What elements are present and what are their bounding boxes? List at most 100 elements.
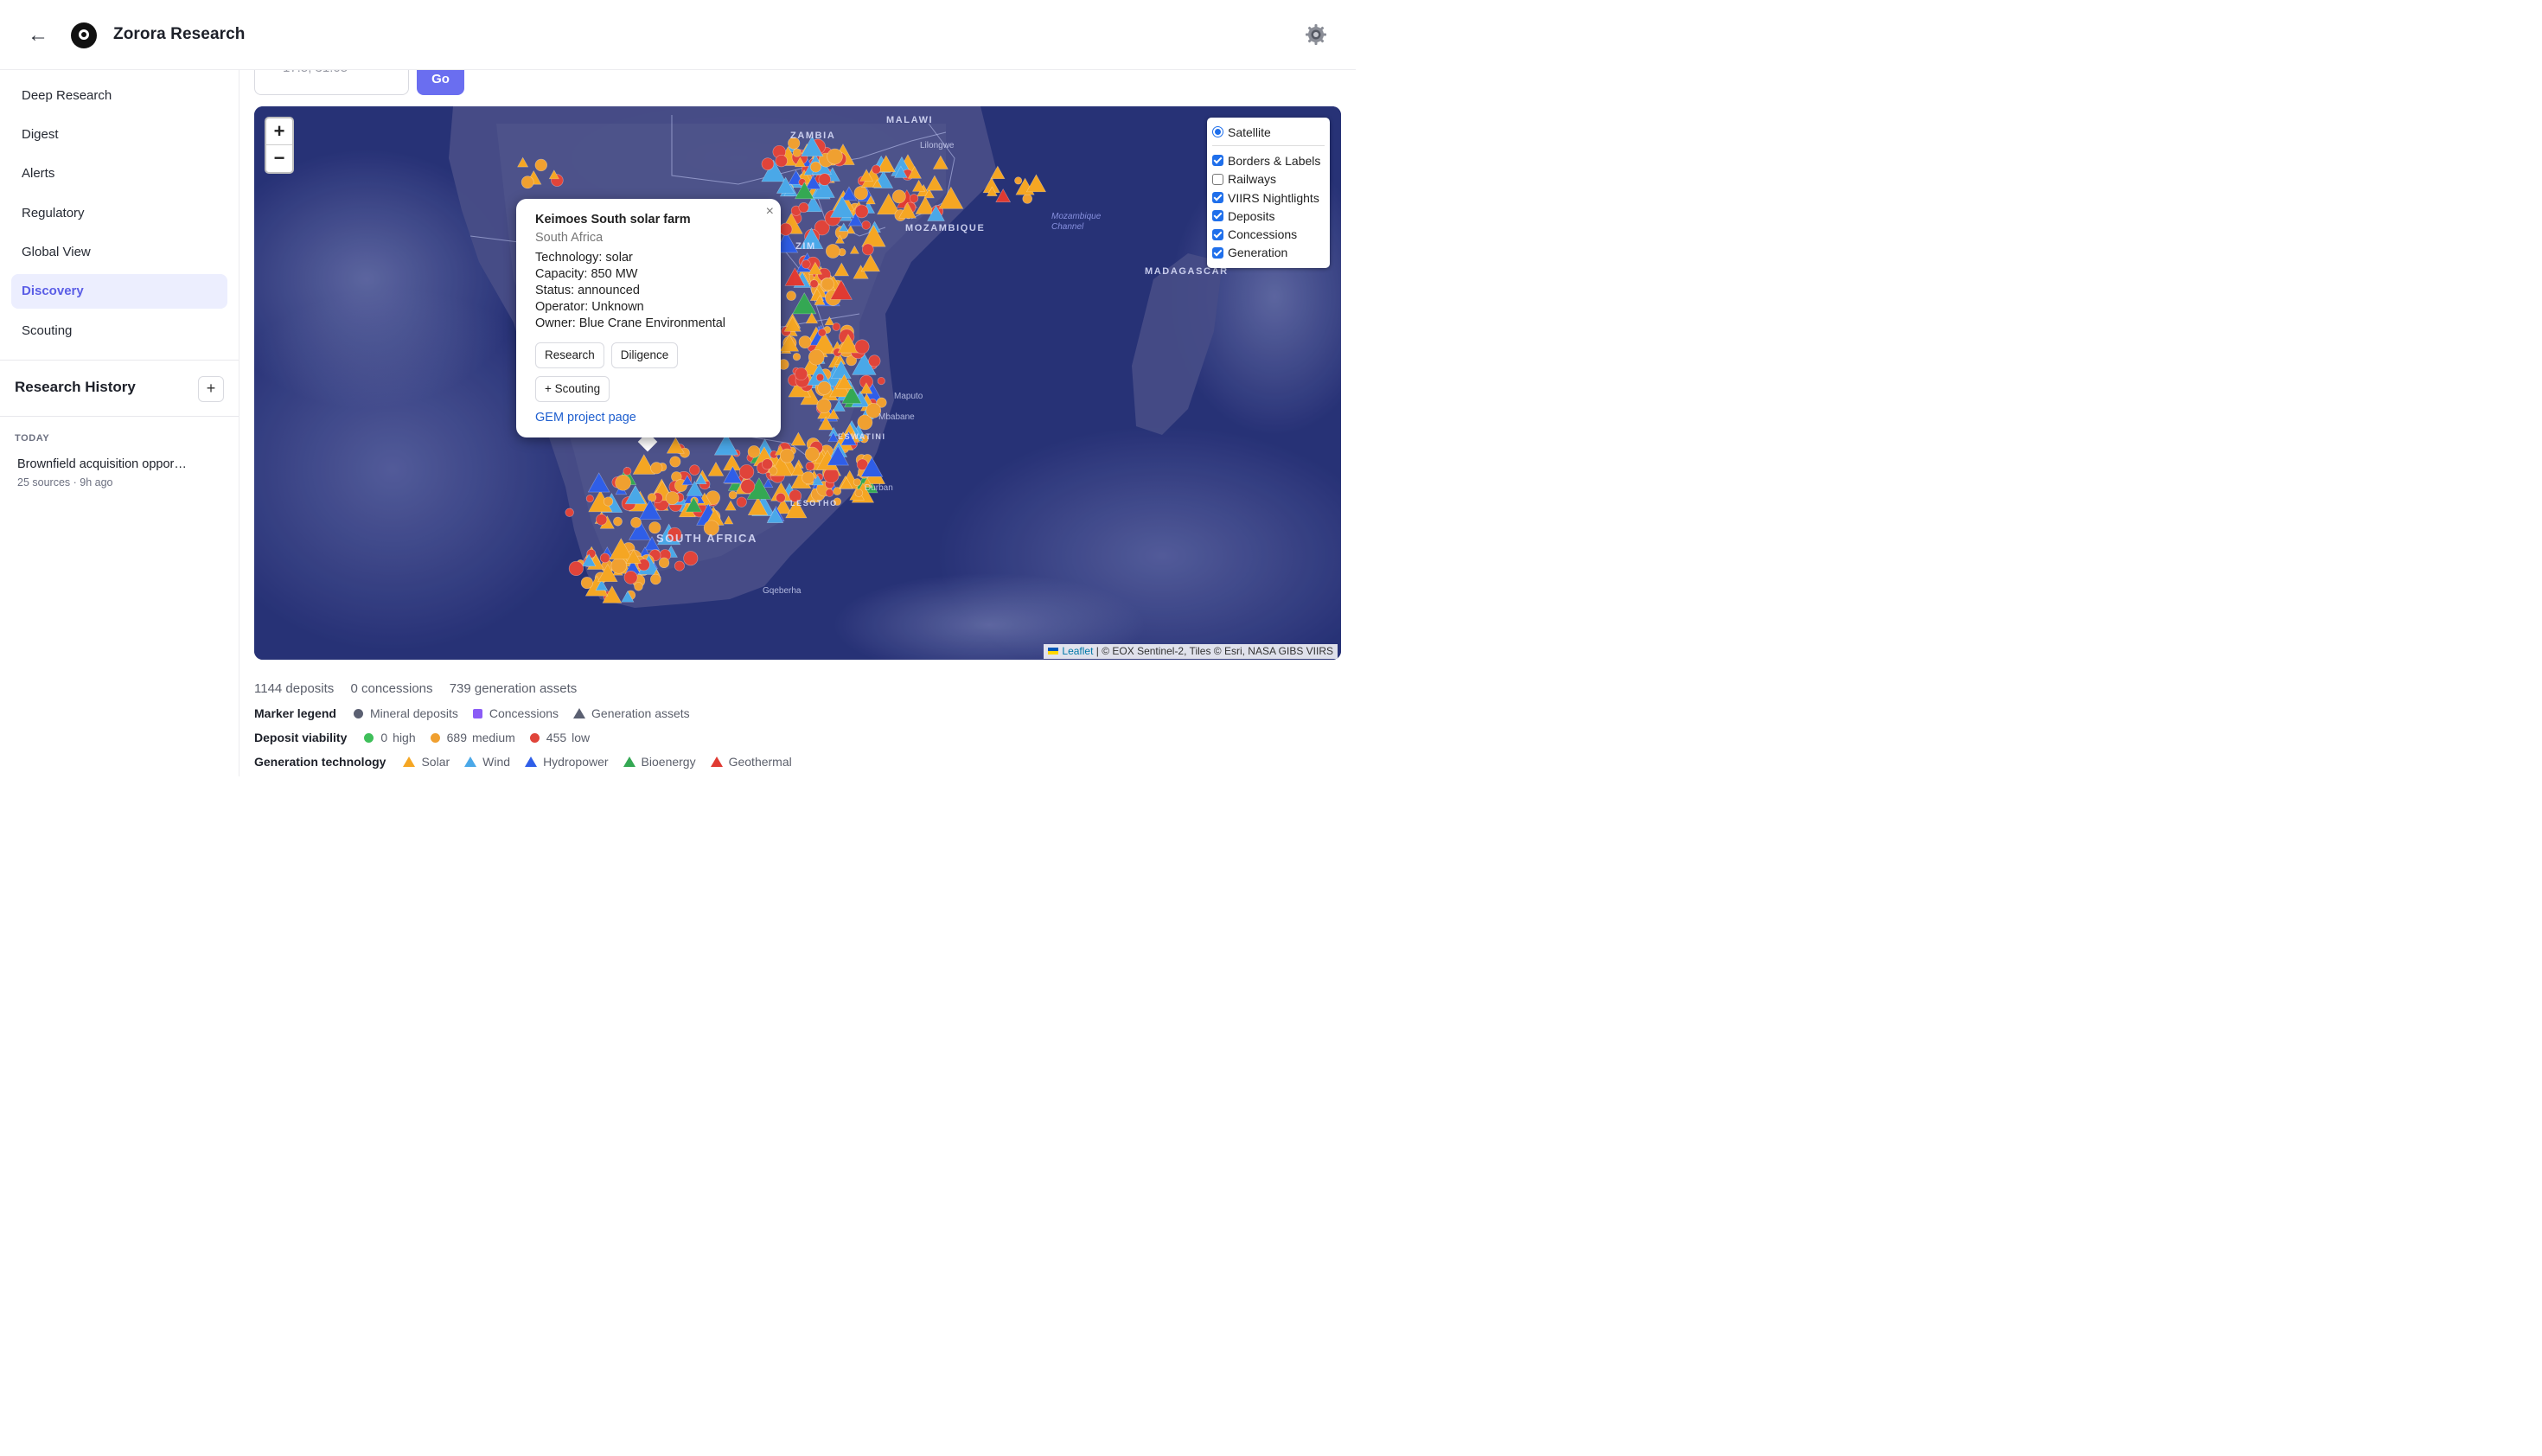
deposit-marker[interactable]: [815, 373, 825, 382]
deposit-marker[interactable]: [798, 335, 812, 348]
deposit-marker[interactable]: [610, 558, 628, 574]
deposit-marker[interactable]: [853, 478, 861, 487]
deposit-marker[interactable]: [872, 164, 881, 175]
generation-asset-marker[interactable]: [790, 431, 807, 446]
deposit-marker[interactable]: [521, 176, 534, 189]
deposit-marker[interactable]: [623, 467, 632, 476]
deposit-marker[interactable]: [615, 475, 631, 491]
sidebar-item-digest[interactable]: Digest: [11, 118, 227, 152]
deposit-marker[interactable]: [891, 189, 906, 204]
generation-asset-marker[interactable]: [517, 156, 529, 168]
layer-railways[interactable]: Railways: [1212, 170, 1325, 188]
asset-markers[interactable]: [254, 106, 1341, 660]
deposit-marker[interactable]: [818, 173, 831, 186]
deposit-marker[interactable]: [761, 157, 775, 170]
deposit-marker[interactable]: [832, 322, 841, 331]
gem-project-link[interactable]: GEM project page: [535, 411, 762, 425]
deposit-marker[interactable]: [738, 464, 755, 480]
deposit-marker[interactable]: [580, 577, 593, 590]
arrow-left-icon[interactable]: ←: [26, 23, 50, 48]
deposit-marker[interactable]: [674, 560, 685, 572]
gear-icon[interactable]: [1304, 22, 1328, 47]
layer-deposits[interactable]: Deposits: [1212, 207, 1325, 225]
research-button[interactable]: Research: [535, 342, 604, 368]
generation-asset-marker[interactable]: [805, 312, 819, 324]
deposit-marker[interactable]: [623, 570, 638, 584]
deposit-marker[interactable]: [802, 471, 815, 485]
layer-satellite[interactable]: Satellite: [1212, 123, 1325, 141]
sidebar-item-discovery[interactable]: Discovery: [11, 274, 227, 309]
deposit-marker[interactable]: [795, 367, 808, 380]
sidebar-item-scouting[interactable]: Scouting: [11, 314, 227, 348]
deposit-marker[interactable]: [775, 154, 788, 168]
diligence-button[interactable]: Diligence: [610, 342, 679, 368]
deposit-marker[interactable]: [747, 445, 761, 458]
deposit-marker[interactable]: [818, 328, 827, 337]
generation-asset-marker[interactable]: [1025, 174, 1047, 193]
deposit-marker[interactable]: [801, 259, 811, 269]
deposit-marker[interactable]: [854, 339, 870, 354]
deposit-marker[interactable]: [634, 582, 643, 591]
deposit-marker[interactable]: [603, 496, 614, 507]
sidebar-item-deep-research[interactable]: Deep Research: [11, 79, 227, 113]
deposit-marker[interactable]: [804, 446, 820, 462]
deposit-marker[interactable]: [669, 456, 681, 468]
zoom-in-button[interactable]: +: [266, 118, 292, 145]
deposit-marker[interactable]: [689, 464, 700, 476]
deposit-marker[interactable]: [599, 552, 610, 564]
layer-borders-labels[interactable]: Borders & Labels: [1212, 151, 1325, 169]
deposit-marker[interactable]: [825, 244, 840, 259]
layer-viirs-nightlights[interactable]: VIIRS Nightlights: [1212, 188, 1325, 207]
deposit-marker[interactable]: [854, 489, 864, 497]
generation-asset-marker[interactable]: [587, 472, 610, 493]
deposit-marker[interactable]: [861, 220, 871, 230]
generation-asset-marker[interactable]: [824, 316, 835, 326]
deposit-marker[interactable]: [762, 458, 773, 470]
deposit-marker[interactable]: [585, 495, 594, 503]
zoom-out-button[interactable]: −: [266, 145, 292, 172]
deposit-marker[interactable]: [816, 398, 832, 413]
deposit-marker[interactable]: [792, 148, 802, 157]
deposit-marker[interactable]: [817, 380, 832, 395]
deposit-marker[interactable]: [728, 490, 738, 500]
deposit-marker[interactable]: [808, 348, 825, 366]
generation-asset-marker[interactable]: [849, 245, 859, 254]
deposit-marker[interactable]: [665, 491, 680, 505]
leaflet-link[interactable]: Leaflet: [1062, 645, 1093, 657]
deposit-marker[interactable]: [792, 353, 802, 361]
deposit-marker[interactable]: [779, 222, 793, 236]
add-scouting-button[interactable]: + Scouting: [535, 376, 610, 402]
deposit-marker[interactable]: [740, 479, 756, 494]
generation-asset-marker[interactable]: [990, 165, 1006, 180]
deposit-marker[interactable]: [854, 204, 869, 219]
deposit-marker[interactable]: [650, 573, 661, 585]
deposit-marker[interactable]: [868, 354, 881, 367]
deposit-marker[interactable]: [776, 493, 786, 503]
deposit-marker[interactable]: [534, 158, 547, 172]
deposit-marker[interactable]: [1014, 176, 1023, 185]
sidebar-item-regulatory[interactable]: Regulatory: [11, 196, 227, 231]
deposit-marker[interactable]: [823, 467, 840, 483]
deposit-marker[interactable]: [683, 551, 699, 566]
generation-asset-marker[interactable]: [725, 500, 737, 511]
deposit-marker[interactable]: [779, 448, 795, 463]
map[interactable]: ZAMBIA MALAWI MOZAMBIQUE MADAGASCAR ZIM …: [254, 106, 1341, 660]
deposit-marker[interactable]: [650, 462, 663, 475]
deposit-marker[interactable]: [736, 496, 747, 508]
generation-asset-marker[interactable]: [833, 262, 850, 277]
deposit-marker[interactable]: [827, 148, 843, 165]
deposit-marker[interactable]: [877, 377, 885, 386]
deposit-marker[interactable]: [1022, 194, 1032, 204]
close-icon[interactable]: ×: [766, 204, 774, 220]
sidebar-item-global-view[interactable]: Global View: [11, 235, 227, 270]
generation-asset-marker[interactable]: [932, 155, 948, 169]
deposit-marker[interactable]: [805, 461, 815, 471]
deposit-marker[interactable]: [568, 560, 584, 577]
deposit-marker[interactable]: [798, 202, 809, 214]
deposit-marker[interactable]: [810, 161, 821, 173]
generation-asset-marker[interactable]: [707, 461, 725, 476]
layer-generation[interactable]: Generation: [1212, 244, 1325, 262]
generation-asset-marker[interactable]: [723, 515, 734, 525]
deposit-marker[interactable]: [658, 557, 670, 569]
deposit-marker[interactable]: [825, 489, 834, 497]
